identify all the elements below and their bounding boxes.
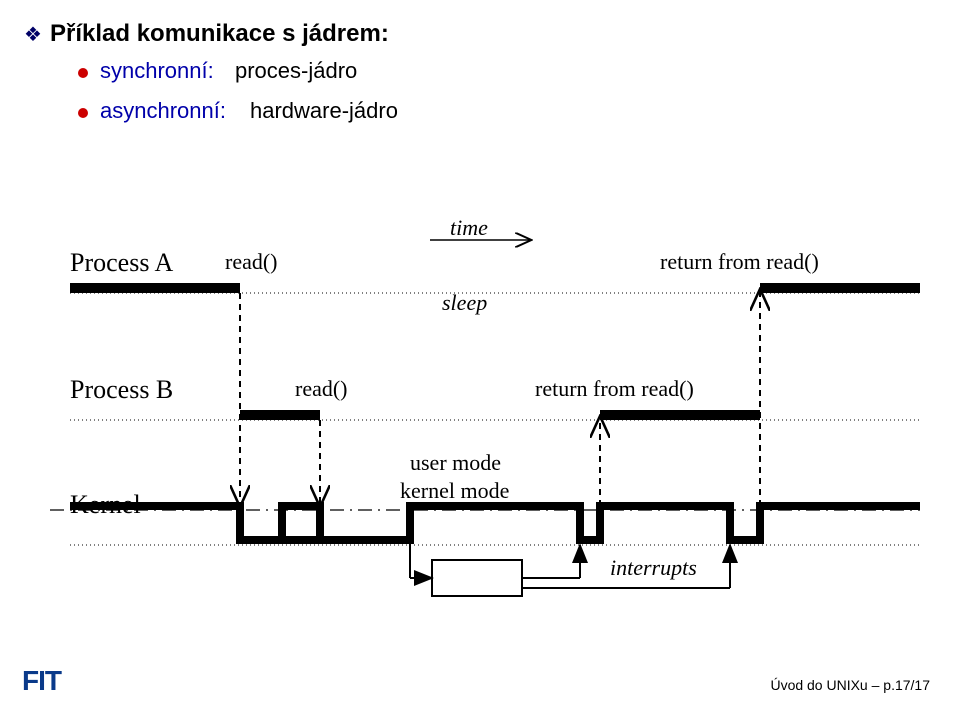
fit-logo: FIT (22, 665, 61, 697)
page-footer: Úvod do UNIXu – p.17/17 (770, 677, 930, 693)
timing-diagram (0, 0, 960, 715)
page: ❖ Příklad komunikace s jádrem: synchronn… (0, 0, 960, 715)
